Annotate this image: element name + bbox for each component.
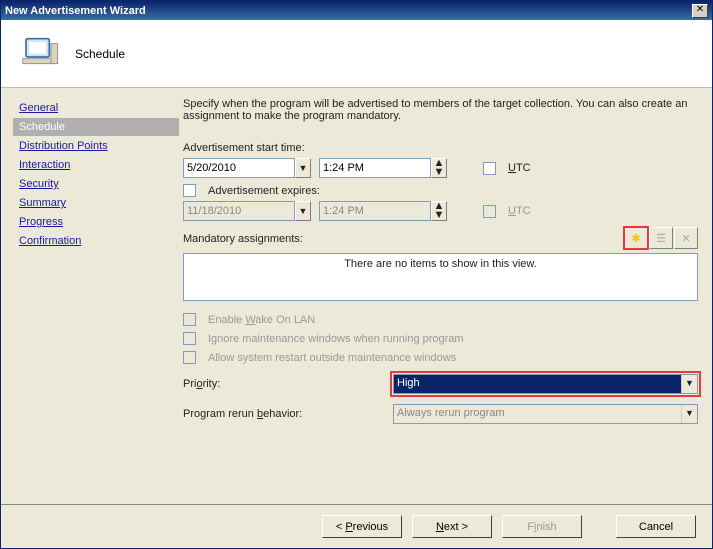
restart-label: Allow system restart outside maintenance… <box>208 352 456 364</box>
delete-assignment-button[interactable]: ✕ <box>674 227 698 249</box>
expires-time-picker: ▲▼ <box>319 201 447 221</box>
start-date-picker[interactable]: ▼ <box>183 158 311 178</box>
start-time-label: Advertisement start time: <box>183 142 698 154</box>
dropdown-icon: ▼ <box>295 201 311 221</box>
nav-progress[interactable]: Progress <box>13 213 179 231</box>
start-time-picker[interactable]: ▲▼ <box>319 158 447 178</box>
nav-general[interactable]: General <box>13 99 179 117</box>
new-assignment-button[interactable]: ✱ <box>624 227 648 249</box>
cancel-button[interactable]: Cancel <box>616 515 696 538</box>
close-button[interactable]: ✕ <box>692 4 708 18</box>
spinner-icon[interactable]: ▲▼ <box>431 158 447 178</box>
expires-date-picker: ▼ <box>183 201 311 221</box>
expires-date-input <box>183 201 295 221</box>
wol-label: Enable Wake On LAN <box>208 314 315 326</box>
dropdown-icon[interactable]: ▼ <box>681 375 697 393</box>
expires-checkbox[interactable] <box>183 184 196 197</box>
button-bar: < Previous Next > Finish Cancel <box>1 504 712 548</box>
next-button[interactable]: Next > <box>412 515 492 538</box>
expires-label: Advertisement expires: <box>208 185 320 197</box>
dropdown-icon[interactable]: ▼ <box>295 158 311 178</box>
nav-confirmation[interactable]: Confirmation <box>13 232 179 250</box>
delete-icon: ✕ <box>681 232 690 245</box>
previous-button[interactable]: < Previous <box>322 515 402 538</box>
mandatory-list[interactable]: There are no items to show in this view. <box>183 253 698 301</box>
rerun-label: Program rerun behavior: <box>183 408 393 420</box>
nav-schedule[interactable]: Schedule <box>13 118 179 136</box>
content-pane: Specify when the program will be adverti… <box>179 88 712 503</box>
start-time-input[interactable] <box>319 158 431 178</box>
intro-text: Specify when the program will be adverti… <box>183 98 698 122</box>
wizard-window: New Advertisement Wizard ✕ Schedule Gene… <box>0 0 713 549</box>
ignore-checkbox <box>183 332 196 345</box>
star-icon: ✱ <box>631 232 640 245</box>
nav-distribution-points[interactable]: Distribution Points <box>13 137 179 155</box>
ignore-label: Ignore maintenance windows when running … <box>208 333 464 345</box>
properties-icon: ☰ <box>656 232 666 245</box>
priority-select[interactable]: High ▼ <box>393 374 698 394</box>
titlebar[interactable]: New Advertisement Wizard ✕ <box>1 1 712 20</box>
dropdown-icon: ▼ <box>681 405 697 423</box>
priority-label: Priority: <box>183 378 393 390</box>
nav-sidebar: General Schedule Distribution Points Int… <box>1 88 179 503</box>
priority-value: High <box>394 375 681 393</box>
nav-security[interactable]: Security <box>13 175 179 193</box>
rerun-value: Always rerun program <box>394 405 681 423</box>
restart-checkbox <box>183 351 196 364</box>
expires-time-input <box>319 201 431 221</box>
spinner-icon: ▲▼ <box>431 201 447 221</box>
start-utc-checkbox[interactable] <box>483 162 496 175</box>
page-title: Schedule <box>75 47 125 61</box>
empty-list-text: There are no items to show in this view. <box>344 258 537 270</box>
start-utc-label: UTC <box>508 162 531 174</box>
expires-utc-label: UTC <box>508 205 531 217</box>
wizard-body: General Schedule Distribution Points Int… <box>1 88 712 503</box>
start-date-input[interactable] <box>183 158 295 178</box>
edit-assignment-button[interactable]: ☰ <box>649 227 673 249</box>
rerun-select: Always rerun program ▼ <box>393 404 698 424</box>
window-title: New Advertisement Wizard <box>5 5 146 17</box>
expires-utc-checkbox <box>483 205 496 218</box>
wol-checkbox <box>183 313 196 326</box>
nav-interaction[interactable]: Interaction <box>13 156 179 174</box>
wizard-header: Schedule <box>1 20 712 88</box>
computer-icon <box>21 32 61 75</box>
finish-button: Finish <box>502 515 582 538</box>
nav-summary[interactable]: Summary <box>13 194 179 212</box>
